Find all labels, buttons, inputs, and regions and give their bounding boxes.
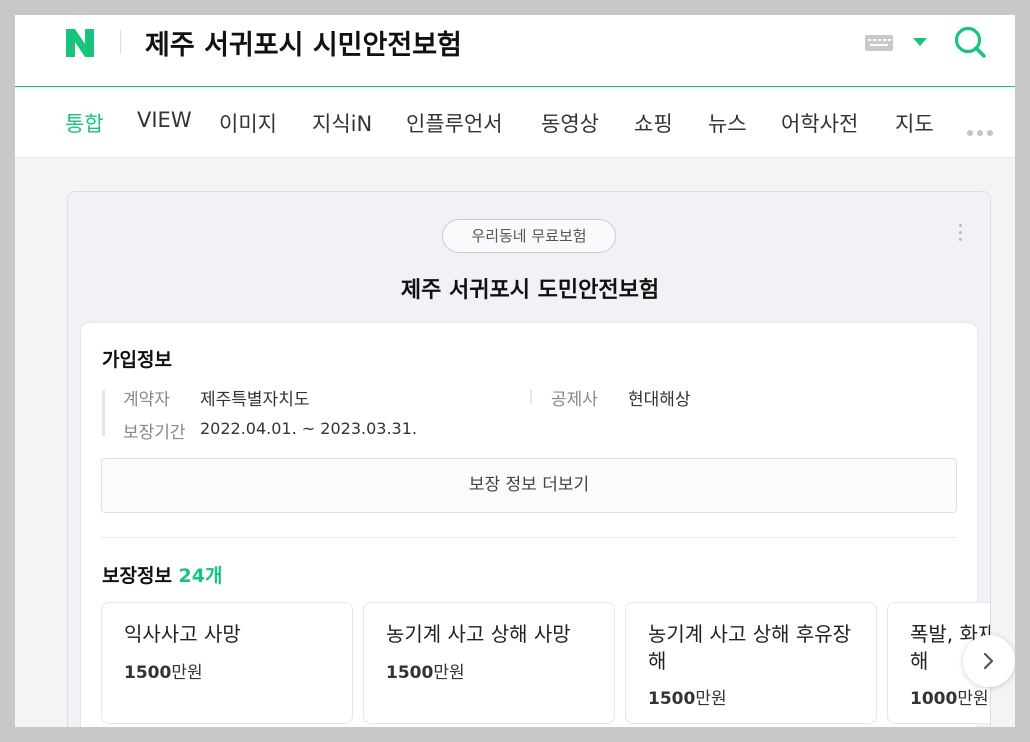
info-bar-decoration-2 bbox=[530, 390, 532, 404]
coverage-amount-number: 1500 bbox=[124, 663, 172, 683]
section-divider bbox=[101, 537, 957, 538]
coverage-amount-unit: 만원 bbox=[695, 689, 727, 709]
coverage-amount-unit: 만원 bbox=[171, 663, 203, 683]
contractor-value: 제주특별자치도 bbox=[200, 390, 310, 410]
coverage-item-name: 농기계 사고 상해 사망 bbox=[386, 622, 571, 646]
coverage-item-amount: 1000만원 bbox=[910, 684, 989, 709]
coverage-item[interactable]: 익사사고 사망 1500만원 bbox=[101, 602, 353, 724]
tab-map[interactable]: 지도 bbox=[895, 108, 934, 138]
coverage-count: 24개 bbox=[179, 565, 223, 587]
naver-logo-icon[interactable] bbox=[64, 27, 96, 59]
insurance-card: 우리동네 무료보험 제주 서귀포시 도민안전보험 가입정보 계약자 제주특별자치… bbox=[67, 191, 991, 727]
coverage-amount-number: 1500 bbox=[648, 689, 696, 709]
kebab-menu-icon[interactable] bbox=[959, 224, 962, 245]
coverage-count-value: 24개 bbox=[178, 565, 223, 587]
tab-knowledge-in[interactable]: 지식iN bbox=[312, 108, 372, 138]
insurer-label: 공제사 bbox=[551, 390, 598, 410]
search-header: 제주 서귀포시 시민안전보험 bbox=[15, 15, 1015, 87]
card-title: 제주 서귀포시 도민안전보험 bbox=[400, 278, 660, 303]
coverage-item-name: 농기계 사고 상해 후유장해 bbox=[648, 622, 852, 673]
search-tabs: 통합 VIEW 이미지 지식iN 인플루언서 동영상 쇼핑 뉴스 어학사전 지도 bbox=[15, 88, 1015, 158]
more-tabs-icon[interactable] bbox=[967, 121, 997, 140]
tab-video[interactable]: 동영상 bbox=[541, 108, 599, 138]
tab-influencer[interactable]: 인플루언서 bbox=[406, 108, 503, 138]
insurance-detail-panel: 가입정보 계약자 제주특별자치도 공제사 현대해상 보장기간 2022.04.0… bbox=[80, 322, 990, 727]
coverage-amount-number: 1500 bbox=[386, 663, 434, 683]
insurer-value: 현대해상 bbox=[628, 390, 691, 410]
join-info-title: 가입정보 bbox=[102, 349, 172, 371]
carousel-next-button[interactable] bbox=[963, 635, 1015, 687]
tab-integrated[interactable]: 통합 bbox=[65, 108, 104, 138]
coverage-item-amount: 1500만원 bbox=[648, 684, 727, 709]
coverage-item-name: 익사사고 사망 bbox=[124, 622, 241, 646]
coverage-item[interactable]: 농기계 사고 상해 후유장해 1500만원 bbox=[625, 602, 877, 724]
search-query-text[interactable]: 제주 서귀포시 시민안전보험 bbox=[145, 23, 462, 62]
coverage-item-amount: 1500만원 bbox=[386, 658, 465, 683]
contractor-label: 계약자 bbox=[123, 390, 170, 410]
more-coverage-button[interactable]: 보장 정보 더보기 bbox=[101, 458, 957, 513]
category-pill[interactable]: 우리동네 무료보험 bbox=[442, 219, 616, 253]
coverage-item[interactable]: 농기계 사고 상해 사망 1500만원 bbox=[363, 602, 615, 724]
info-bar-decoration bbox=[102, 390, 105, 436]
browser-frame: 제주 서귀포시 시민안전보험 통합 VIEW 이미지 지식iN 인플루언서 동영… bbox=[15, 15, 1015, 727]
tab-news[interactable]: 뉴스 bbox=[708, 108, 747, 138]
autocomplete-dropdown-icon[interactable] bbox=[913, 38, 927, 46]
coverage-title: 보장정보 24개 bbox=[102, 561, 222, 588]
chevron-right-icon bbox=[983, 652, 994, 670]
tab-view[interactable]: VIEW bbox=[137, 108, 192, 132]
period-label: 보장기간 bbox=[123, 423, 186, 443]
coverage-amount-unit: 만원 bbox=[957, 689, 989, 709]
tab-shopping[interactable]: 쇼핑 bbox=[634, 108, 673, 138]
coverage-amount-unit: 만원 bbox=[433, 663, 465, 683]
period-value: 2022.04.01. ~ 2023.03.31. bbox=[200, 419, 417, 438]
tab-dictionary[interactable]: 어학사전 bbox=[781, 108, 858, 138]
header-divider bbox=[120, 30, 121, 54]
coverage-item-amount: 1500만원 bbox=[124, 658, 203, 683]
search-icon[interactable] bbox=[953, 25, 987, 59]
tab-images[interactable]: 이미지 bbox=[219, 108, 277, 138]
keyboard-icon[interactable] bbox=[865, 35, 893, 51]
coverage-title-text: 보장정보 bbox=[102, 565, 172, 587]
coverage-amount-number: 1000 bbox=[910, 689, 958, 709]
